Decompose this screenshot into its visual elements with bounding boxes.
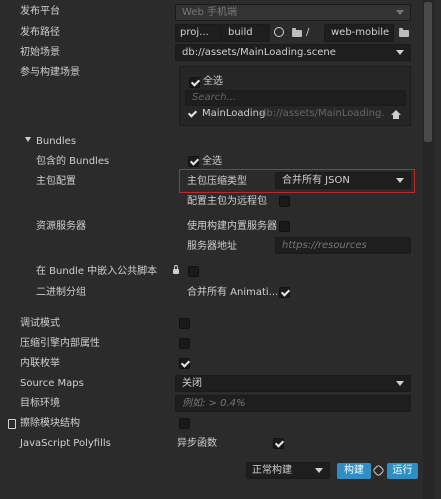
target-env-label: 目标环境	[20, 398, 60, 409]
build-mode-value: 正常构建	[252, 465, 292, 476]
debug-checkbox[interactable]	[179, 318, 190, 329]
sourcemaps-value: 关闭	[182, 378, 202, 389]
path-root-value: proj...	[180, 27, 209, 38]
server-address-placeholder: https://resources	[282, 240, 367, 251]
build-mode-select[interactable]: 正常构建	[246, 462, 330, 479]
async-checkbox[interactable]	[273, 438, 284, 449]
doc-icon	[8, 419, 16, 429]
path-name-input[interactable]: web-mobile	[324, 24, 394, 42]
sourcemaps-select[interactable]: 关闭	[175, 375, 411, 392]
mangle-checkbox[interactable]	[179, 338, 190, 349]
scrollbar-thumb[interactable]	[424, 2, 432, 142]
scene-search-placeholder: Search...	[192, 92, 237, 103]
embed-script-checkbox[interactable]	[188, 266, 199, 277]
server-address-label: 服务器地址	[187, 241, 237, 252]
embed-script-label: 在 Bundle 中嵌入公共脚本	[36, 266, 158, 277]
select-all-scenes-checkbox[interactable]	[189, 77, 200, 88]
scene-search-input[interactable]: Search...	[185, 90, 406, 106]
scene-item-name: MainLoading	[202, 108, 266, 119]
included-bundles-label: 包含的 Bundles	[36, 156, 110, 167]
target-env-placeholder: 例如: > 0.4%	[182, 398, 246, 409]
bundles-title[interactable]: Bundles	[36, 135, 76, 149]
chevron-down-icon	[396, 10, 404, 15]
link-icon[interactable]	[372, 464, 385, 477]
target-env-input[interactable]: 例如: > 0.4%	[175, 395, 411, 412]
main-config-label: 主包配置	[36, 176, 76, 187]
scene-item-path: db://assets/MainLoading.scene	[260, 108, 385, 119]
inline-enum-label: 内联枚举	[20, 358, 60, 369]
remote-main-label: 配置主包为远程包	[187, 196, 267, 207]
path-label: 发布路径	[20, 27, 60, 38]
start-scene-select[interactable]: db://assets/MainLoading.scene	[175, 44, 411, 61]
path-build-input[interactable]: build	[221, 24, 270, 42]
binary-group-label: 二进制分组	[36, 287, 86, 298]
path-separator: /	[306, 27, 310, 38]
inline-enum-checkbox[interactable]	[179, 358, 190, 369]
scene-check-icon[interactable]	[187, 108, 198, 118]
compress-type-label: 主包压缩类型	[187, 176, 247, 187]
scenes-panel: 全选 Search... MainLoading db://assets/Mai…	[179, 66, 411, 126]
lock-icon-shackle	[174, 265, 178, 269]
path-build-value: build	[228, 27, 253, 38]
folder-icon[interactable]	[292, 28, 302, 37]
resource-server-label: 资源服务器	[36, 221, 86, 232]
select-all-scenes-label: 全选	[203, 76, 223, 87]
search-icon[interactable]	[274, 27, 284, 37]
compress-type-value: 合并所有 JSON	[282, 175, 350, 186]
erase-module-checkbox[interactable]	[179, 418, 190, 429]
platform-value: Web 手机端	[182, 7, 237, 18]
chevron-down-icon	[396, 381, 404, 386]
sourcemaps-label: Source Maps	[20, 378, 84, 389]
binary-group-value: 合并所有 Animati...	[187, 287, 279, 298]
run-button[interactable]: 运行	[387, 463, 418, 479]
scenes-label: 参与构建场景	[20, 67, 80, 78]
start-scene-label: 初始场景	[20, 47, 60, 58]
lock-icon	[173, 269, 179, 274]
chevron-down-icon	[396, 178, 404, 183]
remote-main-checkbox[interactable]	[279, 196, 290, 207]
platform-select[interactable]: Web 手机端	[175, 4, 411, 21]
compress-type-select[interactable]: 合并所有 JSON	[275, 172, 411, 189]
mangle-label: 压缩引擎内部属性	[20, 338, 100, 349]
builtin-server-checkbox[interactable]	[279, 221, 290, 232]
start-scene-value: db://assets/MainLoading.scene	[182, 47, 336, 58]
path-root-select[interactable]: proj...	[175, 24, 221, 42]
included-select-all-label: 全选	[202, 156, 222, 167]
build-button[interactable]: 构建	[337, 463, 371, 479]
home-icon-base	[393, 115, 399, 119]
chevron-down-icon	[315, 468, 323, 473]
binary-group-checkbox[interactable]	[279, 287, 290, 298]
included-bundles-checkbox[interactable]	[188, 156, 199, 167]
collapse-arrow-icon[interactable]	[25, 137, 31, 142]
build-button-label: 构建	[344, 465, 364, 476]
debug-label: 调试模式	[20, 318, 60, 329]
erase-module-label: 擦除模块结构	[20, 418, 80, 429]
run-button-label: 运行	[392, 465, 413, 476]
polyfills-label: JavaScript Polyfills	[20, 438, 111, 449]
path-name-value: web-mobile	[331, 27, 390, 38]
chevron-down-icon	[396, 50, 404, 55]
async-label: 异步函数	[177, 438, 217, 449]
server-address-input[interactable]: https://resources	[275, 237, 411, 254]
folder-open-icon[interactable]	[399, 28, 409, 37]
builtin-server-label: 使用构建内置服务器	[187, 221, 277, 232]
platform-label: 发布平台	[20, 6, 60, 17]
